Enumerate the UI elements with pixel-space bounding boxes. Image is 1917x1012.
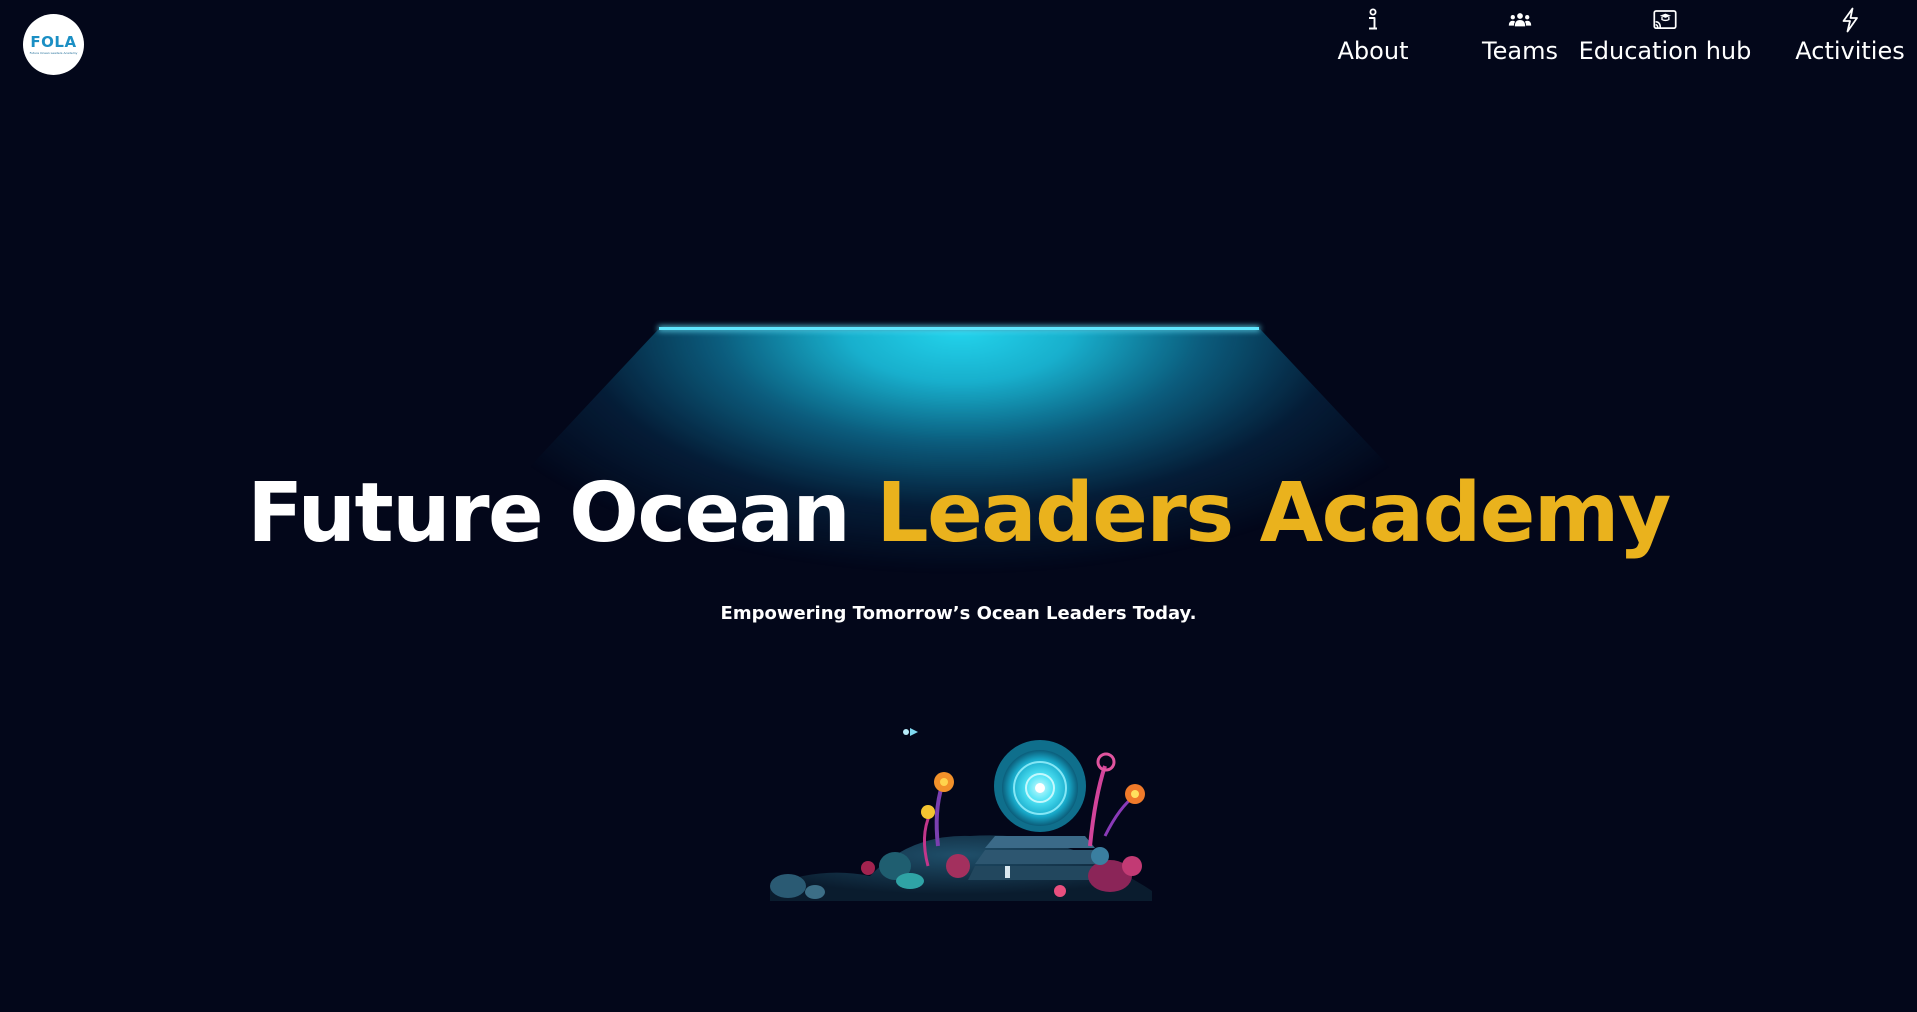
spotlight-bar [659, 327, 1259, 330]
hero-title: Future Ocean Leaders Academy [0, 462, 1917, 566]
logo-text: FOLA [30, 32, 77, 51]
lightning-icon [1838, 7, 1862, 33]
nav-education-hub-label: Education hub [1578, 37, 1752, 65]
nav-about-label: About [1337, 37, 1409, 65]
hero-title-gold: Leaders Academy [876, 466, 1671, 561]
nav-teams-label: Teams [1482, 37, 1558, 65]
nav-education-hub[interactable]: Education hub [1555, 8, 1775, 66]
hero-subtitle: Empowering Tomorrow’s Ocean Leaders Toda… [720, 603, 1197, 624]
users-icon [1508, 8, 1532, 32]
logo-tagline: Future Ocean Leaders Academy [29, 50, 78, 55]
fola-logo[interactable]: FOLA Future Ocean Leaders Academy [23, 14, 84, 75]
nav-activities[interactable]: Activities [1795, 7, 1905, 66]
cast-graduation-icon [1653, 8, 1677, 32]
nav-activities-label: Activities [1795, 37, 1905, 65]
nav-about[interactable]: About [1318, 8, 1428, 66]
underwater-portal-illustration [760, 716, 1160, 916]
hero-title-white: Future Ocean [247, 466, 851, 561]
page: FOLA Future Ocean Leaders Academy About [0, 0, 1917, 1012]
info-icon [1361, 8, 1385, 32]
